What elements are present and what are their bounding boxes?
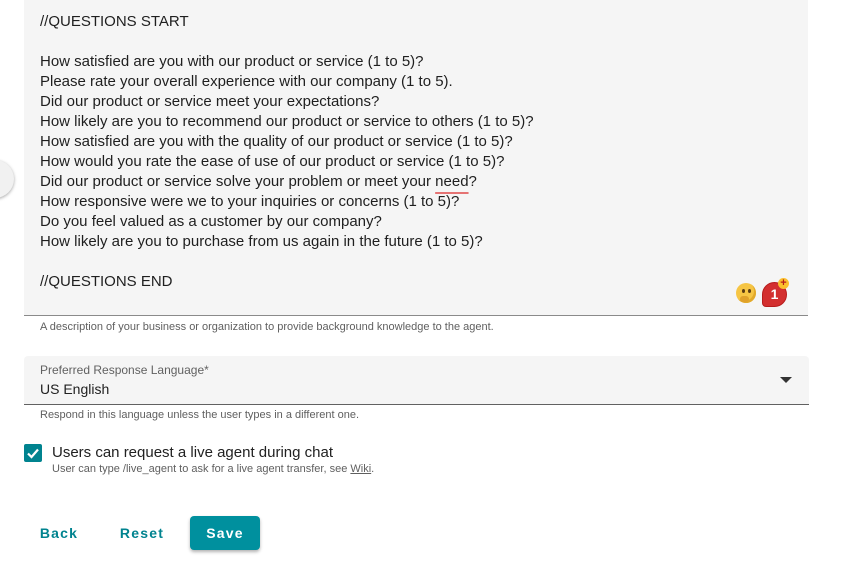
save-button[interactable]: Save bbox=[190, 516, 260, 550]
side-drawer-handle[interactable] bbox=[0, 160, 14, 198]
wiki-link[interactable]: Wiki bbox=[350, 463, 371, 475]
business-description-textarea[interactable]: //QUESTIONS START How satisfied are you … bbox=[24, 0, 808, 316]
select-value: US English bbox=[40, 381, 110, 397]
settings-page: //QUESTIONS START How satisfied are you … bbox=[0, 0, 847, 562]
reset-button[interactable]: Reset bbox=[112, 516, 172, 550]
description-helper-text: A description of your business or organi… bbox=[40, 321, 494, 333]
live-agent-checkbox[interactable] bbox=[24, 444, 42, 462]
textarea-content: //QUESTIONS START How satisfied are you … bbox=[40, 13, 534, 290]
live-agent-label[interactable]: Users can request a live agent during ch… bbox=[52, 444, 333, 461]
select-label: Preferred Response Language* bbox=[40, 363, 209, 377]
thinking-emoji-icon[interactable] bbox=[736, 283, 756, 303]
checkmark-icon bbox=[27, 448, 39, 459]
chevron-down-icon[interactable] bbox=[780, 377, 792, 383]
preferred-language-select[interactable]: Preferred Response Language* US English bbox=[24, 356, 809, 405]
plus-icon: + bbox=[778, 278, 789, 289]
grammar-suggestion-badge-icon[interactable]: 1 + bbox=[762, 278, 789, 307]
back-button[interactable]: Back bbox=[30, 516, 88, 550]
spellcheck-word: need bbox=[435, 173, 469, 190]
live-agent-help: User can type /live_agent to ask for a l… bbox=[52, 463, 375, 475]
language-helper-text: Respond in this language unless the user… bbox=[40, 409, 360, 421]
